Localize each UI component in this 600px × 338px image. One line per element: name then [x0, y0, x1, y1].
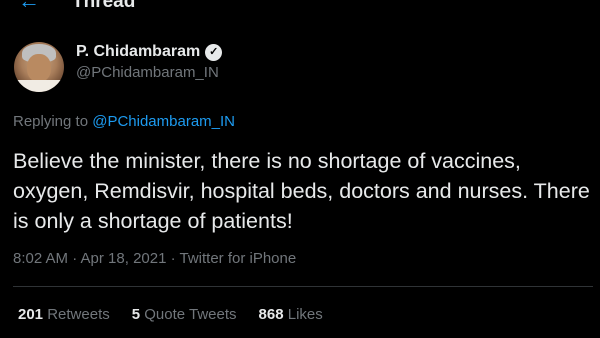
likes-label: Likes: [287, 306, 323, 323]
avatar[interactable]: [14, 42, 64, 92]
retweets-stat[interactable]: 201 Retweets: [18, 306, 110, 323]
author-display-name[interactable]: P. Chidambaram: [76, 43, 200, 61]
thread-header: ← Thread: [0, 0, 600, 18]
quote-tweets-stat[interactable]: 5 Quote Tweets: [132, 306, 237, 323]
back-arrow-icon[interactable]: ←: [18, 0, 40, 12]
replying-to-handle-link[interactable]: @PChidambaram_IN: [92, 113, 235, 130]
retweets-label: Retweets: [47, 306, 110, 323]
likes-count: 868: [258, 306, 284, 323]
retweets-count: 201: [18, 306, 44, 323]
replying-to-prefix: Replying to: [13, 113, 89, 130]
author-handle[interactable]: @PChidambaram_IN: [76, 64, 219, 81]
header-title: Thread: [72, 0, 136, 12]
quote-tweets-count: 5: [131, 306, 141, 323]
tweet-timestamp[interactable]: 8:02 AM · Apr 18, 2021 · Twitter for iPh…: [13, 250, 296, 267]
verified-badge-icon: ✓: [205, 43, 223, 61]
likes-stat[interactable]: 868 Likes: [259, 306, 323, 323]
engagement-stats: 201 Retweets 5 Quote Tweets 868 Likes: [18, 306, 345, 323]
quote-tweets-label: Quote Tweets: [144, 306, 237, 323]
divider: [13, 286, 593, 287]
tweet-text: Believe the minister, there is no shorta…: [13, 149, 590, 233]
replying-to: Replying to @PChidambaram_IN: [13, 113, 235, 130]
author-name-row[interactable]: P. Chidambaram ✓: [76, 42, 223, 62]
